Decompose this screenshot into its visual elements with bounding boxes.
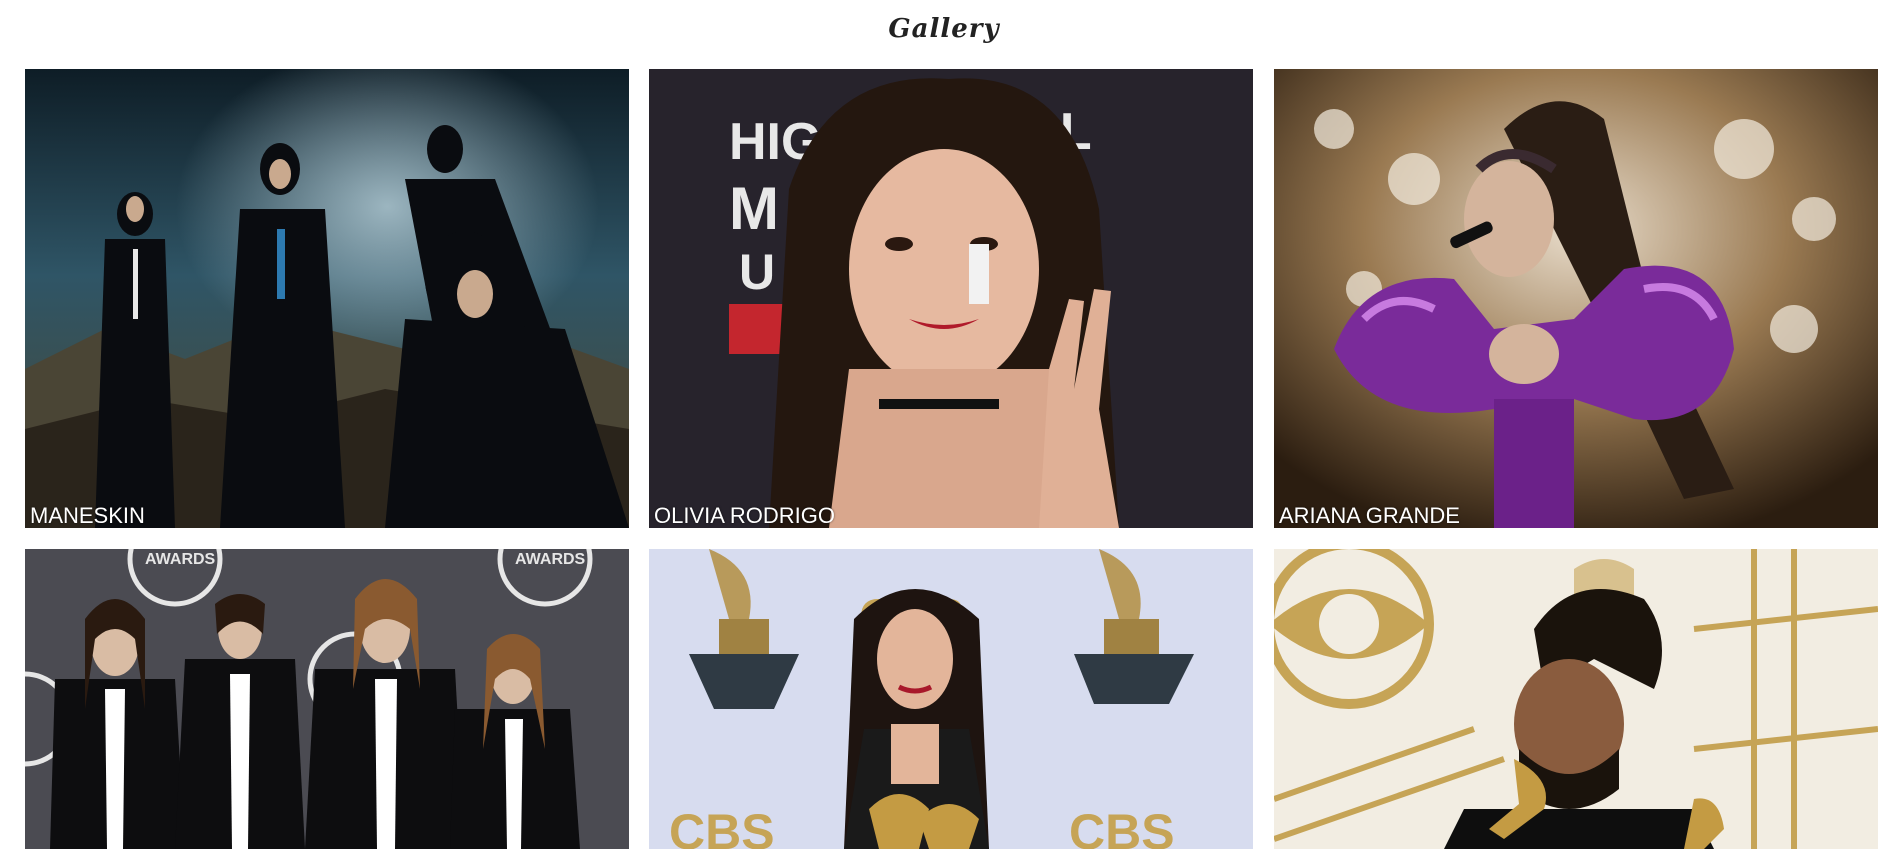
svg-text:U: U [739, 244, 775, 300]
page-title: Gallery [888, 14, 1000, 44]
gallery-photo [1274, 69, 1878, 528]
gallery-item[interactable] [1274, 549, 1878, 849]
svg-text:CBS: CBS [1069, 804, 1175, 849]
gallery-item[interactable]: CBS CBS CBS [649, 549, 1253, 849]
gallery-caption: MANESKIN [30, 503, 145, 528]
svg-text:AWARDS: AWARDS [145, 551, 216, 568]
gallery-photo [25, 69, 629, 528]
gallery-photo: AWARDS AWARDS [25, 549, 629, 849]
gallery-item[interactable]: ARIANA GRANDE [1274, 69, 1878, 528]
gallery-item[interactable]: MANESKIN [25, 69, 629, 528]
gallery-item[interactable]: AWARDS AWARDS [25, 549, 629, 849]
gallery-caption: OLIVIA RODRIGO [654, 503, 835, 528]
gallery-caption: ARIANA GRANDE [1279, 503, 1460, 528]
svg-text:AWARDS: AWARDS [515, 551, 586, 568]
gallery-photo [1274, 549, 1878, 849]
gallery-photo: CBS CBS CBS [649, 549, 1253, 849]
gallery-photo: HIGH OOL M U T [649, 69, 1253, 528]
svg-text:CBS: CBS [669, 804, 775, 849]
svg-text:M: M [729, 175, 779, 242]
gallery-item[interactable]: HIGH OOL M U T OLIVIA RODRIGO [649, 69, 1253, 528]
